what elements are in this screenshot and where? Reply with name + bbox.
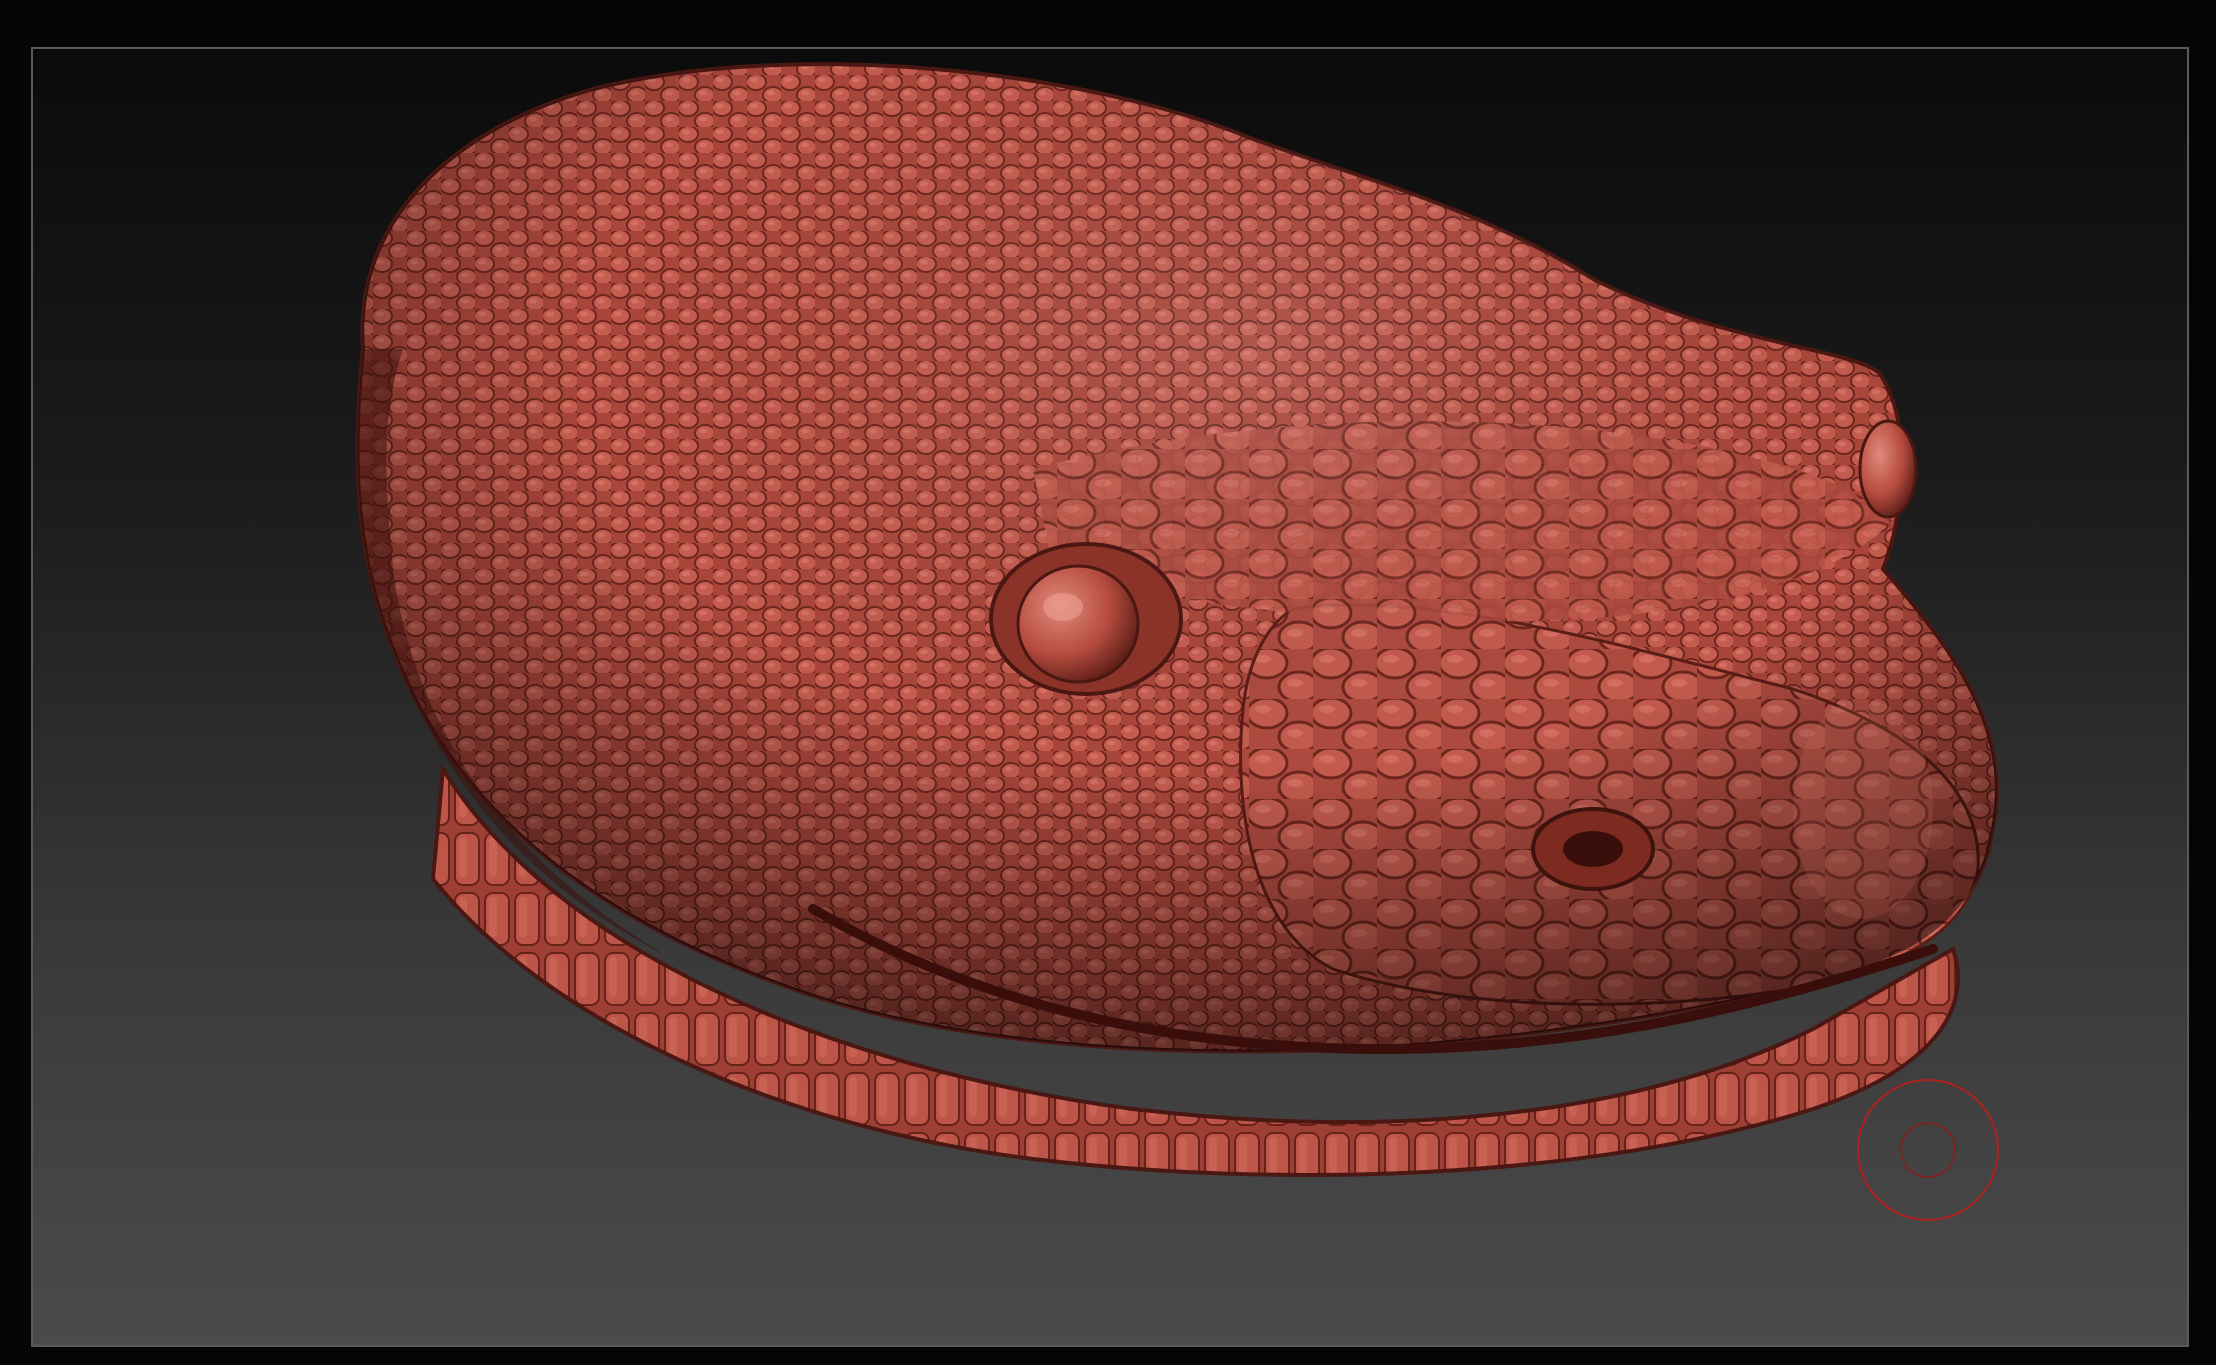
brush-cursor-ring-icon[interactable]	[1856, 1078, 2000, 1222]
canvas-viewport[interactable]	[31, 47, 2189, 1347]
sculpt-app	[0, 0, 2216, 1365]
